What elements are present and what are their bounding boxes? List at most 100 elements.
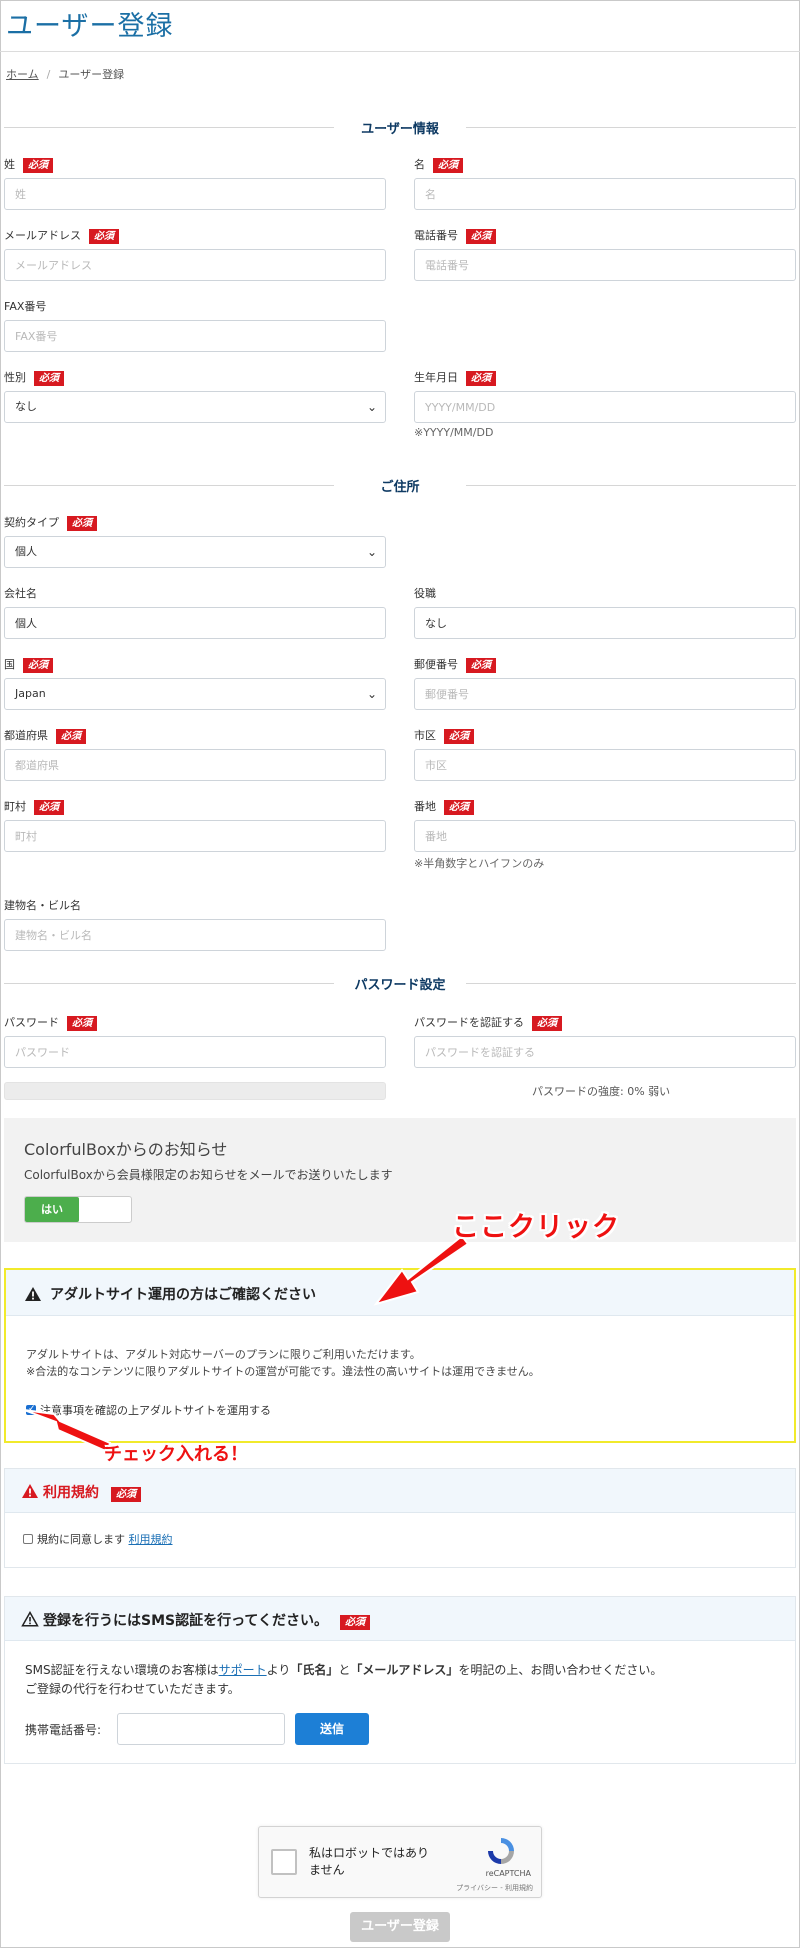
recaptcha-logo-icon <box>488 1838 514 1864</box>
terms-checkbox-row[interactable]: 規約に同意します 利用規約 <box>23 1531 173 1547</box>
terms-checkbox-label: 規約に同意します <box>37 1533 125 1546</box>
required-badge: 必須 <box>56 729 86 744</box>
section-password-title: パスワード設定 <box>354 978 446 993</box>
password-confirm-input[interactable] <box>414 1036 796 1068</box>
section-address: ご住所 <box>4 475 796 495</box>
notice-box: ColorfulBoxからのお知らせ ColorfulBoxから会員様限定のお知… <box>4 1118 796 1242</box>
first-name-input[interactable] <box>414 178 796 210</box>
section-address-title: ご住所 <box>380 480 420 495</box>
required-badge: 必須 <box>111 1487 141 1502</box>
required-badge: 必須 <box>444 729 474 744</box>
gender-label: 性別 必須 <box>4 369 64 386</box>
notice-text: ColorfulBoxから会員様限定のお知らせをメールでお送りいたします <box>24 1168 393 1182</box>
section-user-info-title: ユーザー情報 <box>361 122 439 137</box>
breadcrumb: ホーム / ユーザー登録 <box>6 66 124 82</box>
gender-select[interactable]: なし ⌄ <box>4 391 386 423</box>
street-help: ※半角数字とハイフンのみ <box>414 857 545 870</box>
password-label: パスワード 必須 <box>4 1014 97 1031</box>
last-name-input[interactable] <box>4 178 386 210</box>
required-badge: 必須 <box>89 229 119 244</box>
sms-header: 登録を行うにはSMS認証を行ってください。 必須 <box>5 1597 795 1641</box>
mobile-phone-input[interactable] <box>117 1713 285 1745</box>
email-label: メールアドレス 必須 <box>4 227 119 244</box>
mobile-phone-label: 携帯電話番号: <box>25 1723 102 1737</box>
recaptcha-widget: 私はロボットではありません reCAPTCHA プライバシー - 利用規約 <box>258 1826 542 1898</box>
birthdate-help: ※YYYY/MM/DD <box>414 426 494 439</box>
password-input[interactable] <box>4 1036 386 1068</box>
adult-site-checkbox[interactable] <box>26 1404 36 1415</box>
notice-title: ColorfulBoxからのお知らせ <box>24 1140 228 1159</box>
position-label: 役職 <box>414 587 436 600</box>
gender-value: なし <box>15 400 37 413</box>
postal-input[interactable] <box>414 678 796 710</box>
annotation-check-here: チェック入れる！ <box>104 1444 248 1465</box>
required-badge: 必須 <box>466 229 496 244</box>
breadcrumb-home-link[interactable]: ホーム <box>6 68 39 81</box>
warning-outline-icon <box>21 1611 39 1627</box>
required-badge: 必須 <box>23 658 53 673</box>
sms-send-button[interactable]: 送信 <box>295 1713 369 1745</box>
register-submit-button[interactable]: ユーザー登録 <box>350 1912 450 1942</box>
prefecture-label: 都道府県 必須 <box>4 727 86 744</box>
birthdate-input[interactable] <box>414 391 796 423</box>
city-input[interactable] <box>414 749 796 781</box>
phone-input[interactable] <box>414 249 796 281</box>
terms-checkbox[interactable] <box>23 1534 33 1544</box>
terms-title: 利用規約 必須 <box>43 1482 141 1502</box>
title-divider <box>0 51 800 52</box>
company-label: 会社名 <box>4 587 37 600</box>
company-input[interactable] <box>4 607 386 639</box>
recaptcha-checkbox[interactable] <box>271 1849 297 1875</box>
street-input[interactable] <box>414 820 796 852</box>
country-select[interactable]: Japan ⌄ <box>4 678 386 710</box>
building-input[interactable] <box>4 919 386 951</box>
terms-panel: 利用規約 必須 規約に同意します 利用規約 <box>4 1468 796 1568</box>
town-input[interactable] <box>4 820 386 852</box>
building-label: 建物名・ビル名 <box>4 899 81 912</box>
email-input[interactable] <box>4 249 386 281</box>
country-label: 国必須 <box>4 656 53 673</box>
adult-site-checkbox-label: 注意事項を確認の上アダルトサイトを運用する <box>40 1404 271 1417</box>
last-name-label: 姓必須 <box>4 156 53 173</box>
first-name-label: 名必須 <box>414 156 463 173</box>
birthdate-label: 生年月日 必須 <box>414 369 496 386</box>
required-badge: 必須 <box>67 516 97 531</box>
phone-label: 電話番号 必須 <box>414 227 496 244</box>
adult-site-panel: アダルトサイト運用の方はご確認ください アダルトサイトは、アダルト対応サーバーの… <box>4 1268 796 1443</box>
town-label: 町村 必須 <box>4 798 64 815</box>
sms-title: 登録を行うにはSMS認証を行ってください。 必須 <box>43 1610 370 1630</box>
required-badge: 必須 <box>532 1016 562 1031</box>
contract-type-label: 契約タイプ 必須 <box>4 514 97 531</box>
adult-site-header[interactable]: アダルトサイト運用の方はご確認ください <box>6 1270 794 1316</box>
terms-link[interactable]: 利用規約 <box>129 1533 173 1546</box>
adult-site-checkbox-row[interactable]: 注意事項を確認の上アダルトサイトを運用する <box>26 1402 271 1418</box>
section-user-info: ユーザー情報 <box>4 117 796 137</box>
password-strength-text: パスワードの強度: 0% 弱い <box>532 1085 671 1098</box>
position-input[interactable] <box>414 607 796 639</box>
adult-site-line1: アダルトサイトは、アダルト対応サーバーのプランに限りご利用いただけます。 <box>26 1348 421 1361</box>
street-label: 番地 必須 <box>414 798 474 815</box>
breadcrumb-current: ユーザー登録 <box>58 68 125 81</box>
adult-site-line2: ※合法的なコンテンツに限りアダルトサイトの運営が可能です。違法性の高いサイトは運… <box>26 1365 540 1378</box>
required-badge: 必須 <box>23 158 53 173</box>
required-badge: 必須 <box>67 1016 97 1031</box>
page-title: ユーザー登録 <box>6 11 174 42</box>
warning-icon <box>22 1484 38 1498</box>
support-link[interactable]: サポート <box>219 1663 267 1677</box>
recaptcha-legal[interactable]: プライバシー - 利用規約 <box>456 1883 533 1893</box>
password-confirm-label: パスワードを認証する 必須 <box>414 1014 562 1031</box>
sms-description: SMS認証を行えない環境のお客様はサポートより「氏名」と「メールアドレス」を明記… <box>25 1661 662 1699</box>
chevron-down-icon: ⌄ <box>366 400 377 414</box>
fax-input[interactable] <box>4 320 386 352</box>
fax-label: FAX番号 <box>4 300 47 313</box>
newsletter-toggle[interactable]: はい <box>24 1196 132 1223</box>
chevron-down-icon: ⌄ <box>366 687 377 701</box>
prefecture-input[interactable] <box>4 749 386 781</box>
contract-type-select[interactable]: 個人 ⌄ <box>4 536 386 568</box>
adult-site-description: アダルトサイトは、アダルト対応サーバーのプランに限りご利用いただけます。 ※合法… <box>26 1346 540 1380</box>
sms-panel: 登録を行うにはSMS認証を行ってください。 必須 SMS認証を行えない環境のお客様… <box>4 1596 796 1764</box>
recaptcha-brand: reCAPTCHA <box>485 1869 531 1878</box>
required-badge: 必須 <box>34 371 64 386</box>
toggle-on-label: はい <box>25 1197 79 1222</box>
warning-icon <box>25 1287 41 1301</box>
